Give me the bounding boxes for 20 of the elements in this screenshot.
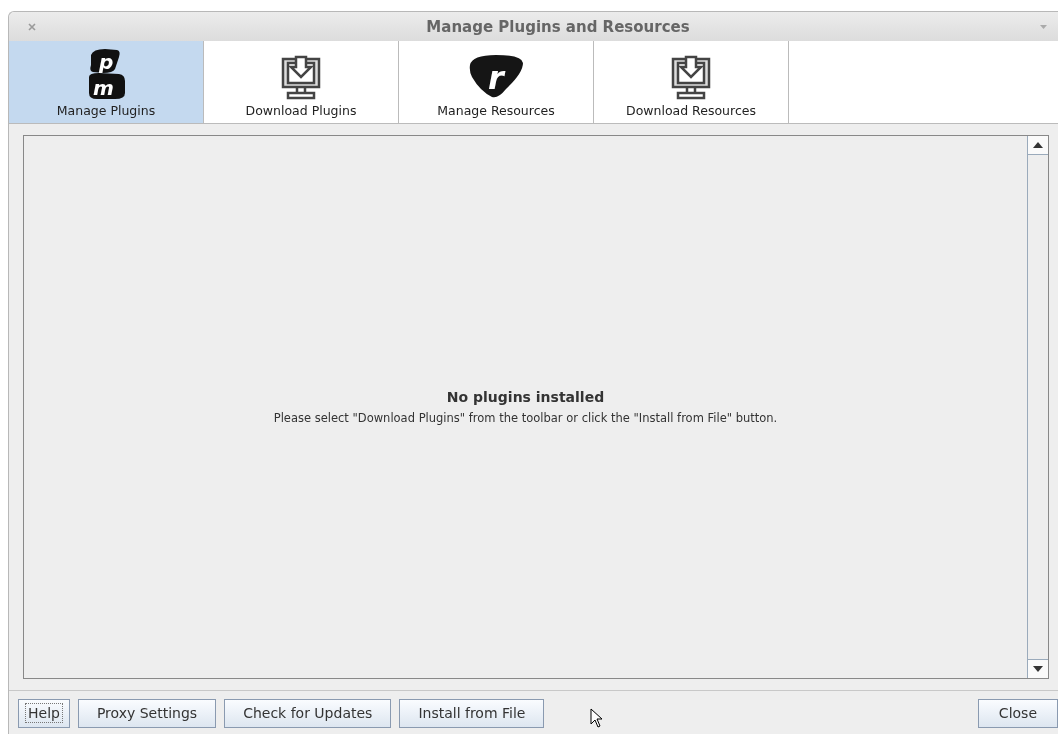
dialog-button[interactable]: Install from File (399, 698, 545, 728)
dialog-button[interactable]: Check for Updates (224, 698, 392, 728)
menu-icon[interactable] (1039, 23, 1048, 30)
close-button[interactable]: Close (977, 698, 1058, 728)
close-icon[interactable] (27, 21, 37, 32)
scroll-down-icon[interactable] (1033, 666, 1043, 672)
dialog-button[interactable]: Proxy Settings (77, 698, 217, 728)
toolbar-tab[interactable]: r Manage Resources (399, 41, 594, 123)
dialog-button[interactable]: Help (18, 698, 70, 728)
toolbar-tab[interactable]: p m Manage Plugins (9, 41, 204, 123)
toolbar-tab[interactable]: Download Plugins (204, 41, 399, 123)
toolbar-tab[interactable]: Download Resources (594, 41, 789, 123)
empty-heading: No plugins installed (446, 389, 605, 405)
scroll-up-icon[interactable] (1033, 142, 1043, 148)
download-icon (669, 53, 713, 101)
window-title: Manage Plugins and Resources (425, 17, 691, 36)
scrollbar[interactable] (1027, 136, 1048, 678)
download-icon (279, 53, 323, 101)
mouse-pointer-icon (590, 708, 604, 728)
empty-message: Please select "Download Plugins" from the toolbar or click the "Install from File" button. (273, 411, 778, 425)
